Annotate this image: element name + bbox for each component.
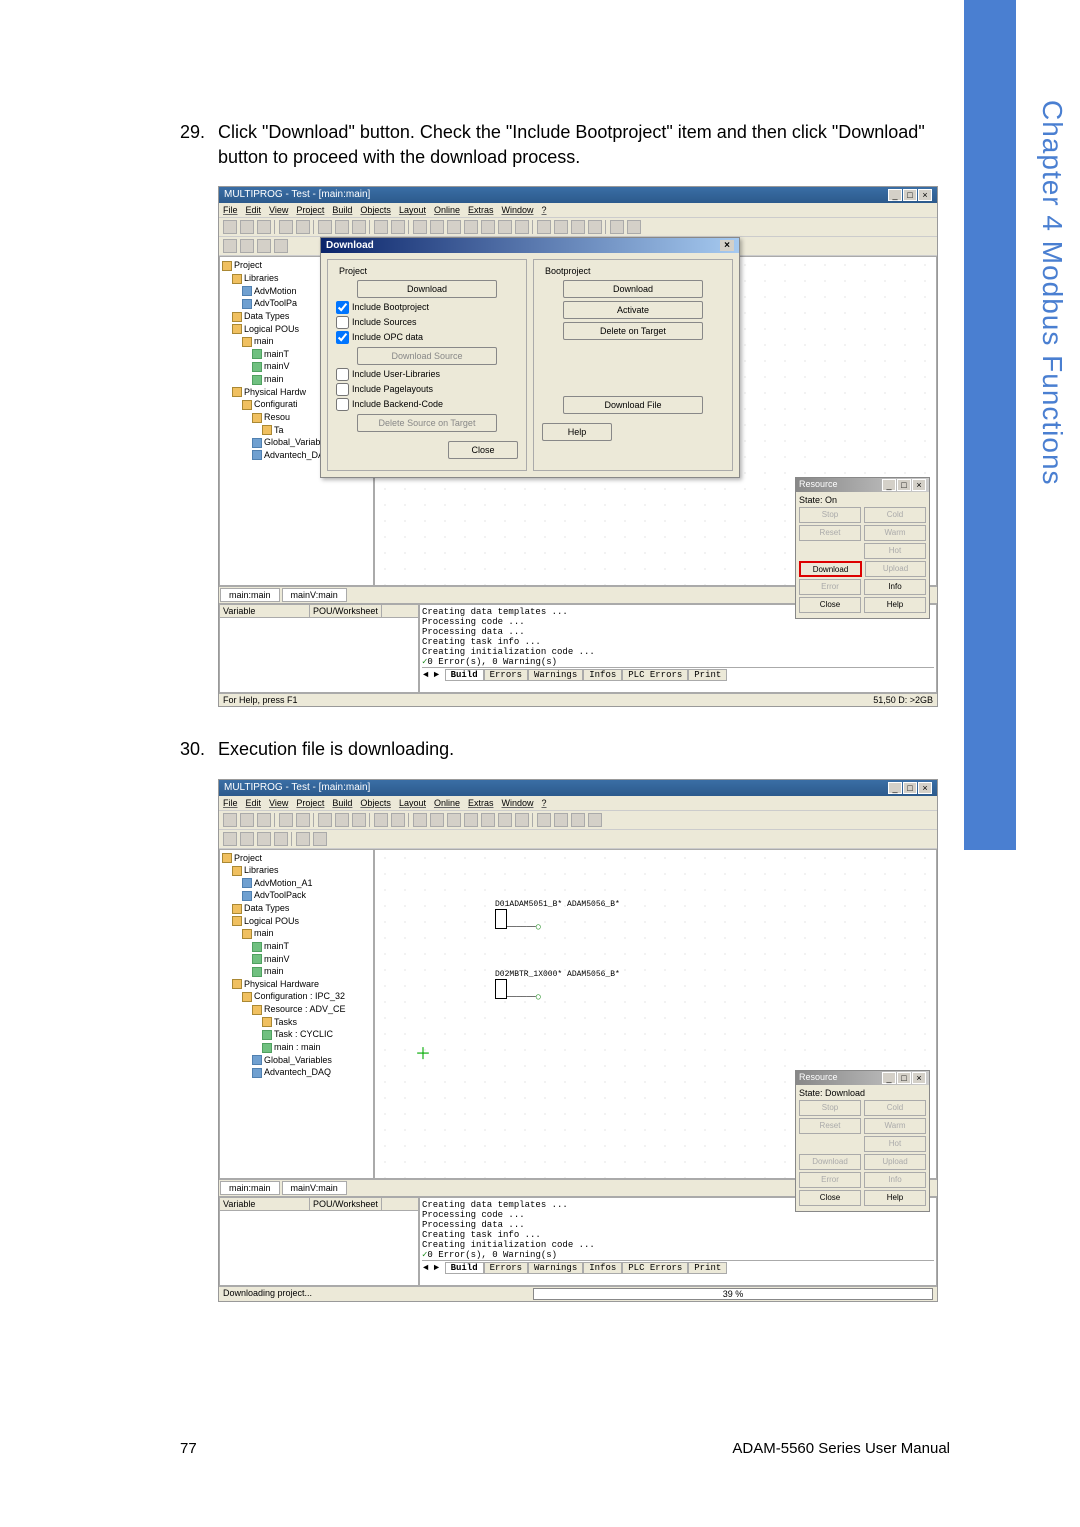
output-tabs[interactable]: ◄ ► BuildErrorsWarningsInfosPLC ErrorsPr… — [422, 667, 934, 682]
activate-button[interactable]: Activate — [563, 301, 703, 319]
step-30-num: 30. — [180, 737, 218, 762]
res-upload-button[interactable]: Upload — [864, 1154, 926, 1170]
res-help-button[interactable]: Help — [864, 597, 926, 613]
page-footer: 77 ADAM-5560 Series User Manual — [180, 1440, 950, 1457]
window-title: MULTIPROG - Test - [main:main] — [224, 782, 370, 794]
canvas[interactable]: ＋ Download × Project Download Include Bo… — [374, 256, 937, 586]
res-reset-button[interactable]: Reset — [799, 525, 861, 541]
chapter-side-label: Chapter 4 Modbus Functions — [1036, 100, 1068, 486]
include-opc-checkbox[interactable] — [336, 331, 349, 344]
download-boot-button[interactable]: Download — [563, 280, 703, 298]
step-29-num: 29. — [180, 120, 218, 145]
res-download-button[interactable]: Download — [799, 1154, 861, 1170]
res-cold-button[interactable]: Cold — [864, 1100, 926, 1116]
step-29-text: Click "Download" button. Check the "Incl… — [218, 120, 938, 170]
close-icon: × — [918, 189, 932, 201]
status-bar: Downloading project... 39 % — [219, 1286, 937, 1301]
dialog-title: Download — [326, 240, 374, 251]
res-info-button[interactable]: Info — [864, 1172, 926, 1188]
toolbar-1[interactable] — [219, 811, 937, 830]
project-fieldset: Project Download Include Bootproject Inc… — [327, 259, 527, 471]
res-warm-button[interactable]: Warm — [864, 1118, 926, 1134]
include-backend-checkbox[interactable] — [336, 398, 349, 411]
delete-source-button[interactable]: Delete Source on Target — [357, 414, 497, 432]
menubar[interactable]: FileEditViewProjectBuildObjectsLayoutOnl… — [219, 796, 937, 811]
bootproject-fieldset: Bootproject Download Activate Delete on … — [533, 259, 733, 471]
res-help-button[interactable]: Help — [864, 1190, 926, 1206]
res-hot-button[interactable]: Hot — [864, 543, 926, 559]
fbd-block-1: D01ADAM5051_B* ADAM5056_B* ──────◯ — [495, 900, 620, 932]
res-cold-button[interactable]: Cold — [864, 507, 926, 523]
toolbar-1[interactable] — [219, 218, 937, 237]
include-sources-checkbox[interactable] — [336, 316, 349, 329]
include-userlib-checkbox[interactable] — [336, 368, 349, 381]
res-close-button[interactable]: Close — [799, 597, 861, 613]
download-source-button[interactable]: Download Source — [357, 347, 497, 365]
include-pagelayout-checkbox[interactable] — [336, 383, 349, 396]
res-warm-button[interactable]: Warm — [864, 525, 926, 541]
window-buttons[interactable]: _□× — [887, 189, 932, 201]
close-dialog-button[interactable]: Close — [448, 441, 518, 459]
maximize-icon: □ — [903, 189, 917, 201]
window-buttons[interactable]: _□× — [887, 782, 932, 794]
minimize-icon: _ — [888, 189, 902, 201]
download-file-button[interactable]: Download File — [563, 396, 703, 414]
download-project-button[interactable]: Download — [357, 280, 497, 298]
res-error-button[interactable]: Error — [799, 1172, 861, 1188]
resource-panel: Resource_□× State: Download StopCold Res… — [795, 1070, 930, 1212]
step-29: 29.Click "Download" button. Check the "I… — [180, 120, 950, 707]
res-stop-button[interactable]: Stop — [799, 1100, 861, 1116]
dialog-close-icon[interactable]: × — [720, 240, 734, 251]
resource-panel: Resource_□× State: On StopCold ResetWarm… — [795, 477, 930, 619]
delete-target-button[interactable]: Delete on Target — [563, 322, 703, 340]
screenshot-download-dialog: MULTIPROG - Test - [main:main] _□× FileE… — [218, 186, 938, 707]
variables-panel[interactable]: VariablePOU/Worksheet — [219, 604, 419, 693]
include-bootproject-checkbox[interactable] — [336, 301, 349, 314]
window-title: MULTIPROG - Test - [main:main] — [224, 189, 370, 201]
doc-title: ADAM-5560 Series User Manual — [732, 1440, 950, 1457]
window-titlebar: MULTIPROG - Test - [main:main] _□× — [219, 187, 937, 203]
plus-icon: ＋ — [415, 1040, 431, 1064]
window-titlebar: MULTIPROG - Test - [main:main] _□× — [219, 780, 937, 796]
variables-panel[interactable]: VariablePOU/Worksheet — [219, 1197, 419, 1286]
project-tree[interactable]: Project Libraries AdvMotion_A1 AdvToolPa… — [219, 849, 374, 1179]
canvas[interactable]: D01ADAM5051_B* ADAM5056_B* ──────◯ D02MB… — [374, 849, 937, 1179]
res-hot-button[interactable]: Hot — [864, 1136, 926, 1152]
res-close-button[interactable]: Close — [799, 1190, 861, 1206]
toolbar-2[interactable] — [219, 830, 937, 849]
res-reset-button[interactable]: Reset — [799, 1118, 861, 1134]
download-dialog: Download × Project Download Include Boot… — [320, 237, 740, 478]
menubar[interactable]: FileEditViewProjectBuildObjectsLayoutOnl… — [219, 203, 937, 218]
res-error-button[interactable]: Error — [799, 579, 861, 595]
res-download-button[interactable]: Download — [799, 561, 862, 577]
help-dialog-button[interactable]: Help — [542, 423, 612, 441]
fbd-block-2: D02MBTR_1X000* ADAM5056_B* ──────◯ — [495, 970, 620, 1002]
output-tabs[interactable]: ◄ ► BuildErrorsWarningsInfosPLC ErrorsPr… — [422, 1260, 934, 1275]
screenshot-downloading: MULTIPROG - Test - [main:main] _□× FileE… — [218, 779, 938, 1302]
res-info-button[interactable]: Info — [864, 579, 926, 595]
status-bar: For Help, press F1 51,50 D: >2GB — [219, 693, 937, 706]
download-progress-bar: 39 % — [533, 1288, 933, 1300]
step-30-text: Execution file is downloading. — [218, 737, 938, 762]
res-upload-button[interactable]: Upload — [865, 561, 926, 577]
page-number: 77 — [180, 1440, 197, 1457]
step-30: 30.Execution file is downloading. MULTIP… — [180, 737, 950, 1301]
res-stop-button[interactable]: Stop — [799, 507, 861, 523]
